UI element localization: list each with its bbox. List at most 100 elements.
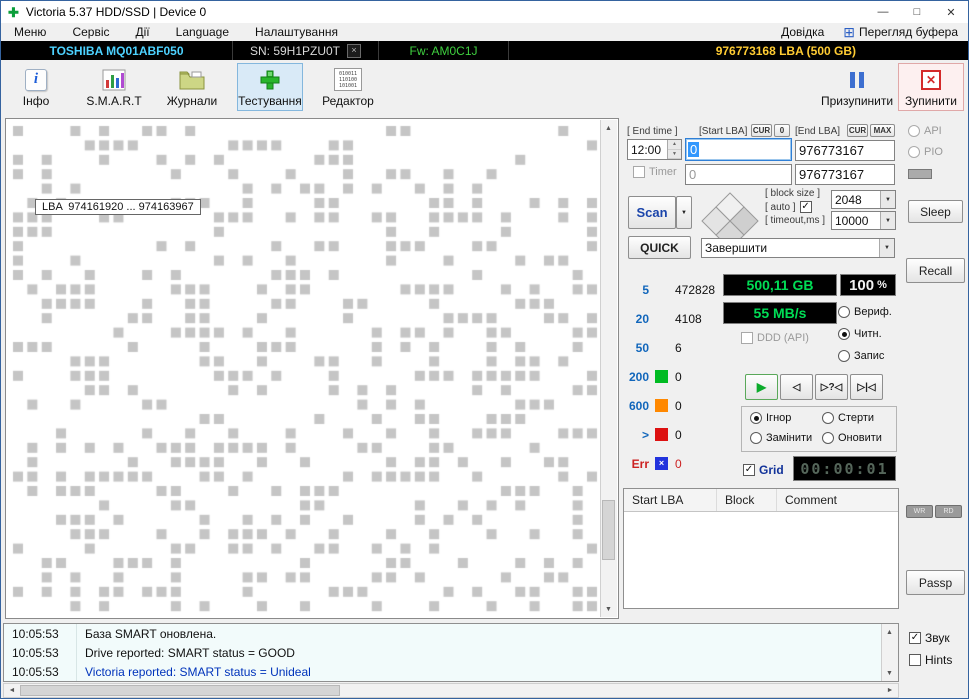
mode-radio-write[interactable]: Запис <box>838 350 884 362</box>
rd-button[interactable]: RD <box>935 505 962 518</box>
stat-square <box>655 312 668 325</box>
action-radio-restore[interactable]: Оновити <box>822 432 882 444</box>
auto-label: [ auto ] <box>765 201 796 213</box>
smart-button[interactable]: S.M.A.R.T <box>81 63 147 111</box>
scan-surface[interactable]: LBA 974161920 ... 974163967 ▲ ▼ <box>5 118 619 619</box>
menu-item-menu[interactable]: Меню <box>1 25 59 39</box>
end-lba-cur-button[interactable]: CUR <box>847 124 868 137</box>
log-scroll-left-button[interactable]: ◄ <box>4 684 20 697</box>
window-controls: — □ ✕ <box>866 1 968 23</box>
sleep-button[interactable]: Sleep <box>908 200 963 223</box>
scan-dropdown-button[interactable]: ▼ <box>676 196 692 229</box>
start-lba-input[interactable]: 0 <box>685 138 792 161</box>
log-region: 10:05:53 База SMART оновлена. 10:05:53 D… <box>1 621 968 698</box>
journals-button[interactable]: Журнали <box>159 63 225 111</box>
wr-button[interactable]: WR <box>906 505 933 518</box>
api-radio[interactable]: API <box>908 125 942 137</box>
finish-select[interactable]: Завершити ▼ <box>701 238 895 258</box>
log-scroll-up-button[interactable]: ▲ <box>882 624 897 640</box>
end-time-label: [ End time ] <box>627 126 678 137</box>
recall-button[interactable]: Recall <box>906 258 965 283</box>
spin-up-button[interactable]: ▲ <box>668 140 681 150</box>
close-button[interactable]: ✕ <box>934 1 968 23</box>
maximize-button[interactable]: □ <box>900 1 934 23</box>
spin-down-button[interactable]: ▼ <box>668 149 681 159</box>
grid-checkbox[interactable]: ✓ Grid <box>743 463 784 477</box>
action-radio-erase[interactable]: Стерти <box>822 412 874 424</box>
play-button[interactable]: ▶ <box>745 374 778 400</box>
stat-row-600: 600 0 <box>628 398 682 413</box>
step-back-button[interactable]: ◁ <box>780 374 813 400</box>
menu-item-help[interactable]: Довідка <box>768 25 837 39</box>
defect-table-header: Start LBA Block Comment <box>624 489 898 512</box>
pause-label: Призупинити <box>820 93 894 108</box>
timer-checkbox[interactable]: ✓ Timer <box>633 166 677 178</box>
log-message: Drive reported: SMART status = GOOD <box>85 645 295 660</box>
end-lba-max-button[interactable]: MAX <box>870 124 895 137</box>
control-panel: [ End time ] [Start LBA] CUR 0 [End LBA]… <box>623 114 899 621</box>
start-lba-zero-button[interactable]: 0 <box>774 124 790 137</box>
minimize-button[interactable]: — <box>866 1 900 23</box>
scan-blocks-canvas <box>8 121 600 615</box>
log-horizontal-scrollbar[interactable]: ◄ ► <box>3 683 899 698</box>
stat-row-200: 200 0 <box>628 369 682 384</box>
scan-vertical-scrollbar[interactable]: ▲ ▼ <box>600 120 617 617</box>
timer-input[interactable]: 0 <box>685 164 792 185</box>
serial-close-button[interactable]: × <box>347 43 362 58</box>
passp-button[interactable]: Passp <box>906 570 965 595</box>
buffer-grid-icon: ⊞ <box>843 24 856 40</box>
action-radio-ignore[interactable]: Ігнор <box>750 412 791 424</box>
timeout-select[interactable]: 10000 ▼ <box>831 211 896 230</box>
menu-item-service[interactable]: Сервіс <box>59 25 122 39</box>
log-scroll-right-button[interactable]: ► <box>882 684 898 697</box>
mode-radio-verify[interactable]: Вериф. <box>838 306 892 318</box>
ddd-checkbox[interactable]: ✓ DDD (API) <box>741 332 809 344</box>
end-lba-label: [End LBA] <box>795 126 841 137</box>
sound-checkbox[interactable]: ✓ Звук <box>909 631 950 645</box>
log-box: 10:05:53 База SMART оновлена. 10:05:53 D… <box>3 623 899 682</box>
menu-item-language[interactable]: Language <box>163 25 242 39</box>
device-model-tab[interactable]: TOSHIBA MQ01ABF050 <box>1 41 233 60</box>
quick-button[interactable]: QUICK <box>628 236 691 259</box>
scan-button[interactable]: Scan <box>628 196 676 229</box>
percent-display: 100 % <box>840 274 896 296</box>
jump-button[interactable]: ▷|◁ <box>850 374 883 400</box>
stat-row-over: > 0 <box>641 427 682 442</box>
buffer-view-button[interactable]: ⊞ Перегляд буфера <box>837 25 968 39</box>
menu-item-actions[interactable]: Дії <box>123 25 163 39</box>
seek-button[interactable]: ▷?◁ <box>815 374 848 400</box>
app-window: ✚ Victoria 5.37 HDD/SSD | Device 0 — □ ✕… <box>0 0 969 699</box>
pio-radio[interactable]: PIO <box>908 146 943 158</box>
log-vertical-scrollbar[interactable]: ▲ ▼ <box>881 624 898 681</box>
end-lba-input[interactable]: 976773167 <box>795 140 895 161</box>
testing-button[interactable]: Тестування <box>237 63 303 111</box>
device-serial-tab[interactable]: SN: 59H1PZU0T × <box>233 41 379 60</box>
log-scroll-down-button[interactable]: ▼ <box>882 665 897 681</box>
log-hscroll-thumb[interactable] <box>20 685 340 696</box>
pause-button[interactable]: Призупинити <box>820 63 894 111</box>
scroll-down-button[interactable]: ▼ <box>601 601 616 617</box>
info-button[interactable]: i Інфо <box>3 63 69 111</box>
mode-radio-read[interactable]: Читн. <box>838 328 882 340</box>
scroll-thumb[interactable] <box>602 500 615 560</box>
start-lba-cur-button[interactable]: CUR <box>751 124 772 137</box>
column-comment: Comment <box>785 493 838 507</box>
auto-checkbox[interactable]: [ auto ] ✓ <box>765 201 812 213</box>
column-block: Block <box>717 489 777 511</box>
editor-button[interactable]: 010011 110100 101001 Редактор <box>315 63 381 111</box>
device-serial-label: SN: 59H1PZU0T <box>249 43 341 58</box>
end-lba-input-2[interactable]: 976773167 <box>795 164 895 185</box>
smart-label: S.M.A.R.T <box>86 93 142 108</box>
scroll-up-button[interactable]: ▲ <box>601 120 616 136</box>
stat-square-orange <box>655 399 668 412</box>
hints-checkbox[interactable]: ✓ Hints <box>909 653 952 667</box>
block-size-select[interactable]: 2048 ▼ <box>831 190 896 209</box>
log-row: 10:05:53 Victoria reported: SMART status… <box>4 662 898 681</box>
column-start-lba: Start LBA <box>624 489 717 511</box>
capacity-display: 500,11 GB <box>723 274 837 296</box>
smart-chart-icon <box>102 67 126 93</box>
menu-item-settings[interactable]: Налаштування <box>242 25 351 39</box>
action-radio-remap[interactable]: Замінити <box>750 432 812 444</box>
end-time-spinner[interactable]: 12:00 ▲ ▼ <box>627 139 682 160</box>
stop-button[interactable]: ✕ Зупинити <box>898 63 964 111</box>
